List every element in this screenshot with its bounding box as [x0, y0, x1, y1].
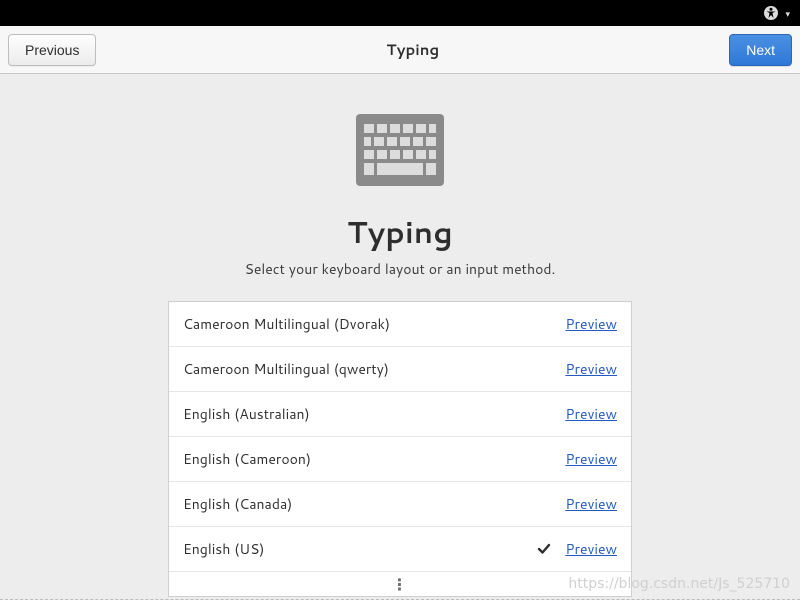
keyboard-icon — [356, 114, 444, 192]
preview-link[interactable]: Preview — [565, 494, 617, 514]
layout-row[interactable]: Cameroon Multilingual (Dvorak) Preview — [169, 302, 631, 347]
page-subtitle: Select your keyboard layout or an input … — [245, 259, 556, 279]
checkmark-icon — [537, 542, 551, 556]
layout-row[interactable]: Cameroon Multilingual (qwerty) Preview — [169, 347, 631, 392]
header-bar: Previous Typing Next — [0, 26, 800, 74]
next-button[interactable]: Next — [729, 34, 792, 66]
accessibility-icon[interactable] — [763, 5, 779, 21]
content-area: Typing Select your keyboard layout or an… — [0, 74, 800, 599]
ellipsis-vertical-icon: ⋮ — [392, 573, 409, 596]
layout-row[interactable]: English (Cameroon) Preview — [169, 437, 631, 482]
layout-name: English (US) — [183, 539, 537, 559]
preview-link[interactable]: Preview — [565, 539, 617, 559]
previous-button[interactable]: Previous — [8, 34, 96, 66]
preview-link[interactable]: Preview — [565, 314, 617, 334]
layout-row[interactable]: English (Canada) Preview — [169, 482, 631, 527]
page-title: Typing — [347, 210, 453, 253]
layout-name: Cameroon Multilingual (qwerty) — [183, 359, 537, 379]
preview-link[interactable]: Preview — [565, 404, 617, 424]
preview-link[interactable]: Preview — [565, 449, 617, 469]
layout-name: English (Cameroon) — [183, 449, 537, 469]
layout-name: English (Canada) — [183, 494, 537, 514]
keyboard-layout-list: Cameroon Multilingual (Dvorak)PreviewCam… — [168, 301, 632, 597]
layout-row[interactable]: English (Australian) Preview — [169, 392, 631, 437]
more-layouts-button[interactable]: ⋮ — [169, 572, 631, 596]
layout-name: Cameroon Multilingual (Dvorak) — [183, 314, 537, 334]
header-title: Typing — [386, 39, 439, 60]
layout-row[interactable]: English (US) Preview — [169, 527, 631, 572]
chevron-down-icon[interactable]: ▾ — [785, 7, 790, 20]
system-topbar: ▾ — [0, 0, 800, 26]
layout-name: English (Australian) — [183, 404, 537, 424]
preview-link[interactable]: Preview — [565, 359, 617, 379]
